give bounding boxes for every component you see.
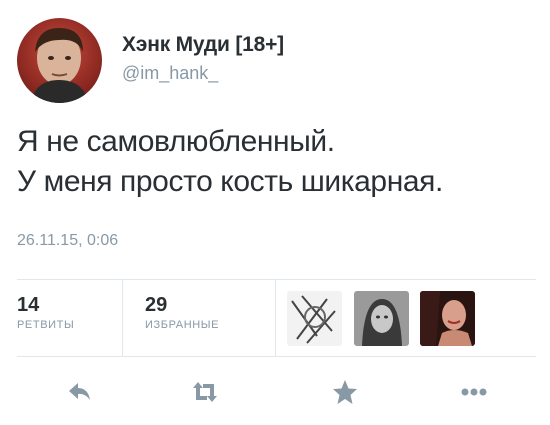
favoriter-avatar[interactable] (354, 291, 409, 346)
tweet-actions (0, 356, 550, 425)
more-icon (458, 376, 490, 408)
retweet-button[interactable] (189, 376, 221, 408)
favorites-stat[interactable]: 29 ИЗБРАННЫЕ (145, 294, 219, 331)
favorites-count: 29 (145, 294, 168, 316)
favoriter-avatar[interactable] (420, 291, 475, 346)
retweet-icon (189, 376, 221, 408)
stats-separator (275, 280, 276, 356)
retweets-stat[interactable]: 14 РЕТВИТЫ (17, 294, 74, 331)
tweet-text-line: Я не самовлюбленный. (17, 125, 335, 158)
avatar[interactable] (17, 18, 102, 103)
stats-separator (122, 280, 123, 356)
author-name[interactable]: Хэнк Муди [18+] (122, 33, 284, 57)
favorites-label: ИЗБРАННЫЕ (145, 319, 220, 331)
reply-button[interactable] (63, 376, 95, 408)
author-handle[interactable]: @im_hank_ (122, 63, 218, 84)
tweet-text: Я не самовлюбленный. У меня просто кость… (17, 122, 443, 202)
favorite-button[interactable] (329, 376, 361, 408)
retweets-label: РЕТВИТЫ (17, 319, 75, 331)
tweet-text-line: У меня просто кость шикарная. (17, 165, 443, 198)
retweets-count: 14 (17, 294, 40, 316)
favoriter-avatar[interactable] (287, 291, 342, 346)
timestamp[interactable]: 26.11.15, 0:06 (17, 232, 118, 250)
star-icon (329, 376, 361, 408)
reply-icon (63, 376, 95, 408)
tweet-stats: 14 РЕТВИТЫ 29 ИЗБРАННЫЕ (17, 280, 536, 356)
more-button[interactable] (458, 376, 490, 408)
